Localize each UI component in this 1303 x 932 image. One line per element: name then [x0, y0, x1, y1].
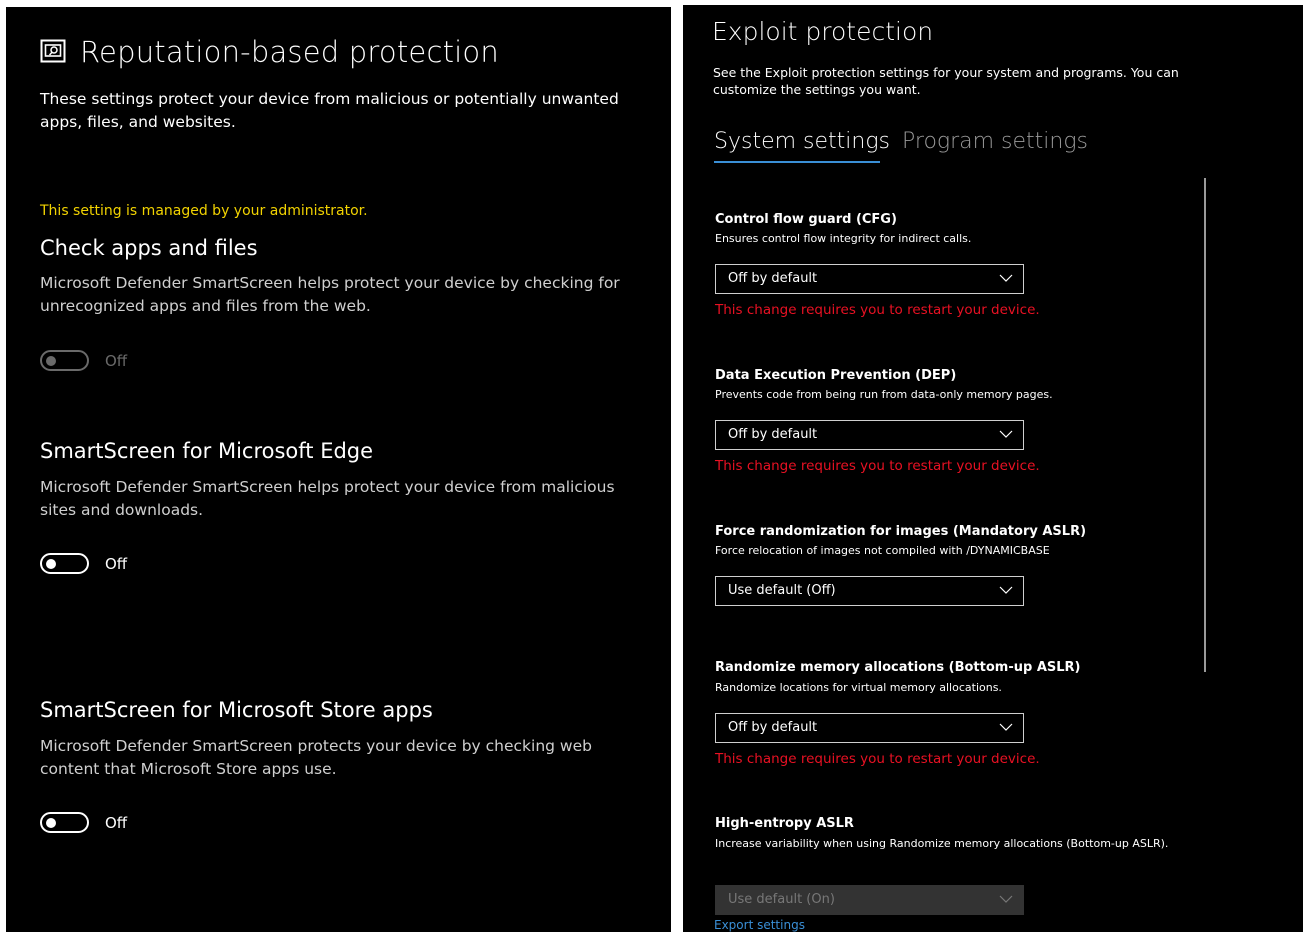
- section-heading-check-apps: Check apps and files: [40, 236, 258, 260]
- setting-desc-bottom-up-aslr: Randomize locations for virtual memory a…: [715, 681, 1002, 694]
- dropdown-value: Off by default: [728, 427, 818, 442]
- tab-program-settings[interactable]: Program settings: [902, 129, 1088, 154]
- cfg-dropdown[interactable]: Off by default: [715, 264, 1024, 294]
- setting-heading-bottom-up-aslr: Randomize memory allocations (Bottom-up …: [715, 660, 1081, 675]
- exploit-protection-panel: Exploit protection See the Exploit prote…: [683, 5, 1303, 932]
- reputation-shield-icon: [40, 39, 66, 63]
- setting-heading-high-entropy-aslr: High-entropy ASLR: [715, 816, 854, 831]
- dropdown-value: Off by default: [728, 720, 818, 735]
- check-apps-toggle[interactable]: [40, 350, 89, 371]
- toggle-knob: [46, 817, 56, 828]
- setting-heading-dep: Data Execution Prevention (DEP): [715, 368, 957, 383]
- setting-heading-cfg: Control flow guard (CFG): [715, 212, 897, 227]
- exploit-description: See the Exploit protection settings for …: [713, 65, 1179, 97]
- restart-warning-bottom-up-aslr: This change requires you to restart your…: [715, 751, 1040, 767]
- setting-desc-mandatory-aslr: Force relocation of images not compiled …: [715, 544, 1050, 557]
- edge-smartscreen-toggle[interactable]: [40, 553, 89, 574]
- dropdown-value: Off by default: [728, 271, 818, 286]
- restart-warning-dep: This change requires you to restart your…: [715, 458, 1040, 474]
- section-text-store-apps: Microsoft Defender SmartScreen protects …: [40, 737, 592, 778]
- page-description: These settings protect your device from …: [40, 90, 619, 131]
- chevron-down-icon: [999, 723, 1013, 731]
- dep-dropdown[interactable]: Off by default: [715, 420, 1024, 450]
- chevron-down-icon: [999, 895, 1013, 903]
- store-apps-smartscreen-toggle-label: Off: [105, 814, 128, 832]
- chevron-down-icon: [999, 430, 1013, 438]
- export-settings-link[interactable]: Export settings: [714, 918, 805, 932]
- setting-desc-dep: Prevents code from being run from data-o…: [715, 388, 1053, 401]
- chevron-down-icon: [999, 274, 1013, 282]
- section-text-check-apps: Microsoft Defender SmartScreen helps pro…: [40, 274, 620, 315]
- mandatory-aslr-dropdown[interactable]: Use default (Off): [715, 576, 1024, 606]
- section-heading-store-apps: SmartScreen for Microsoft Store apps: [40, 698, 433, 722]
- edge-smartscreen-toggle-label: Off: [105, 555, 128, 573]
- dropdown-value: Use default (Off): [728, 583, 836, 598]
- dropdown-value: Use default (On): [728, 892, 835, 907]
- setting-desc-cfg: Ensures control flow integrity for indir…: [715, 232, 972, 245]
- tab-system-settings[interactable]: System settings: [714, 129, 890, 154]
- restart-warning-cfg: This change requires you to restart your…: [715, 302, 1040, 318]
- scrollbar[interactable]: [1204, 178, 1206, 672]
- section-heading-edge: SmartScreen for Microsoft Edge: [40, 439, 374, 463]
- page-title: Reputation-based protection: [80, 35, 499, 69]
- toggle-knob: [46, 355, 56, 366]
- selected-tab-indicator: [714, 161, 880, 163]
- high-entropy-aslr-dropdown[interactable]: Use default (On): [715, 885, 1024, 915]
- setting-desc-high-entropy-aslr: Increase variability when using Randomiz…: [715, 837, 1169, 850]
- check-apps-toggle-label: Off: [105, 352, 128, 370]
- toggle-knob: [46, 558, 56, 569]
- exploit-title: Exploit protection: [712, 17, 934, 46]
- section-text-edge: Microsoft Defender SmartScreen helps pro…: [40, 478, 615, 519]
- store-apps-smartscreen-toggle[interactable]: [40, 812, 89, 833]
- bottom-up-aslr-dropdown[interactable]: Off by default: [715, 713, 1024, 743]
- chevron-down-icon: [999, 586, 1013, 594]
- setting-heading-mandatory-aslr: Force randomization for images (Mandator…: [715, 524, 1087, 539]
- reputation-panel: Reputation-based protection These settin…: [6, 7, 671, 932]
- managed-notice: This setting is managed by your administ…: [40, 203, 368, 219]
